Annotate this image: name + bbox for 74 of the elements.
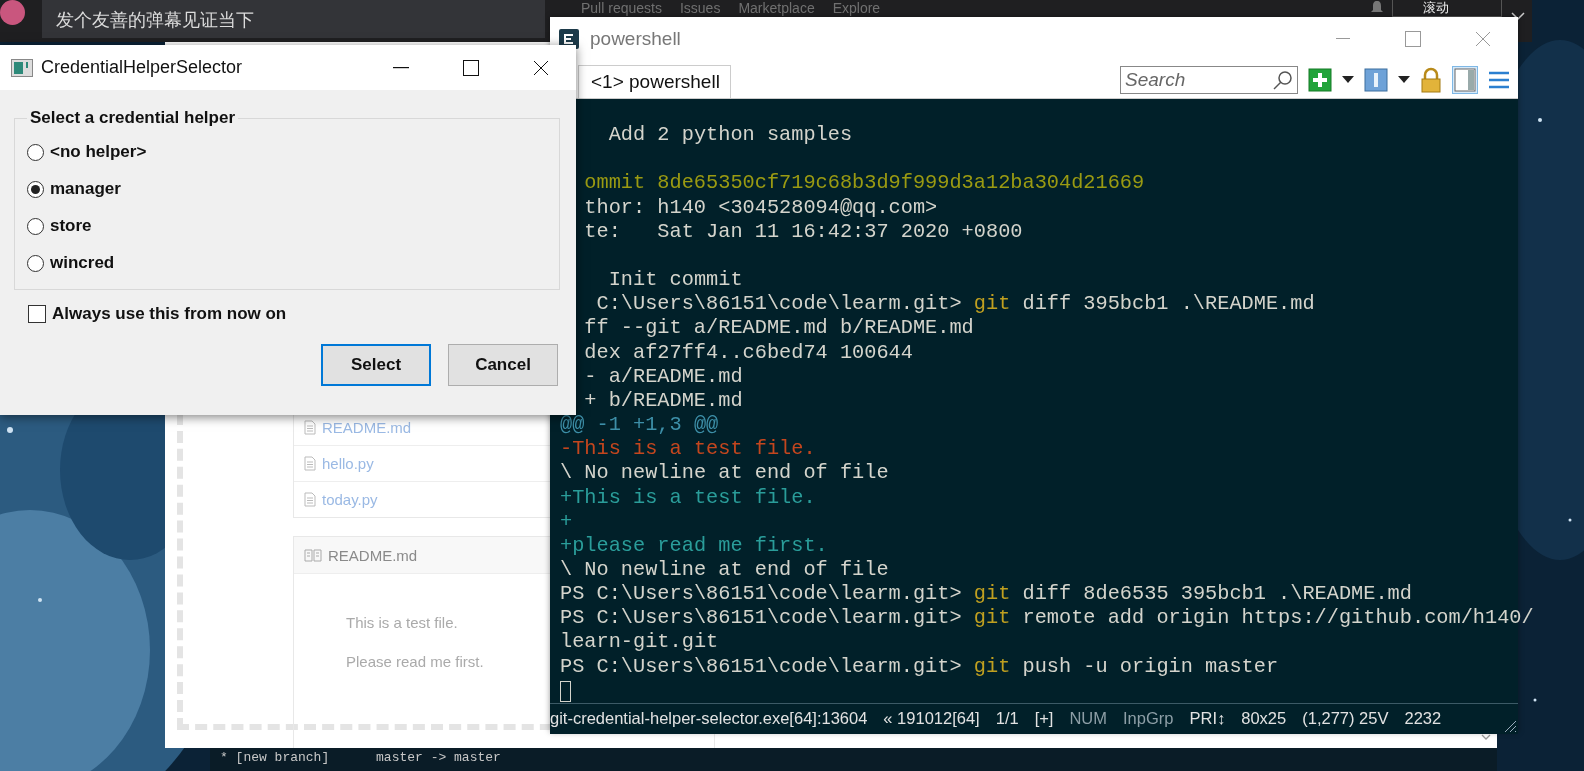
radio-option[interactable]: wincred <box>27 253 115 273</box>
caret-icon[interactable] <box>1398 75 1410 84</box>
status-item: (1,277) 25V <box>1302 709 1389 729</box>
file-icon <box>304 492 316 507</box>
maximize-icon <box>463 59 479 76</box>
terminal-line: learn-git.git <box>560 630 719 655</box>
terminal-line: thor: h140 <304528094@qq.com> <box>583 195 938 220</box>
console-tab[interactable]: <1> powershell <box>578 65 731 98</box>
danmaku-input[interactable]: 发个友善的弹幕见证当下 <box>42 0 545 38</box>
avatar-icon <box>0 0 25 25</box>
status-item: 2232 <box>1404 709 1442 729</box>
add-console-button[interactable] <box>1306 65 1334 94</box>
status-item: 1/1 <box>995 709 1019 729</box>
terminal-line: PS C:\Users\86151\code\learm.git> git diff 8de6535 395bcb1 .\README.md <box>560 582 1412 607</box>
terminal-line: + b/README.md <box>583 388 743 414</box>
close-icon <box>1475 31 1491 47</box>
radio-button[interactable] <box>27 217 44 235</box>
text-cursor <box>560 680 571 702</box>
maximize-icon <box>1405 31 1421 47</box>
close-icon <box>533 59 549 76</box>
file-icon <box>304 456 316 471</box>
radio-option[interactable]: manager <box>27 179 121 199</box>
search-field[interactable]: Search <box>1120 65 1298 94</box>
status-item: PRI↕ <box>1189 709 1226 729</box>
console-list-button[interactable] <box>1362 65 1390 94</box>
terminal-line: Init commit <box>607 268 743 293</box>
checkbox[interactable] <box>28 305 46 323</box>
readme-text: This is a test file. <box>346 614 458 631</box>
group-label: Select a credential helper <box>29 108 237 128</box>
terminal-line: ff --git a/README.md b/README.md <box>583 316 974 341</box>
terminal-line: \ No newline at end of file <box>560 557 889 583</box>
status-item: 80x25 <box>1241 709 1287 729</box>
terminal-line: PS C:\Users\86151\code\learm.git> git remote add origin https://github.com/h140/ <box>560 606 1534 631</box>
app-icon <box>11 58 33 77</box>
terminal-line: PS C:\Users\86151\code\learm.git> git push -u origin master <box>560 654 1279 679</box>
status-item: InpGrp <box>1123 709 1174 729</box>
chevron-down-icon[interactable] <box>1510 10 1526 22</box>
bell-icon[interactable] <box>1370 0 1384 14</box>
terminal-line: dex af27ff4..c6bed74 100644 <box>583 340 913 365</box>
console-line: * [new branch] master -> master <box>220 749 502 767</box>
terminal-line: ommit 8de65350cf719c68b3d9f999d3a12ba304d21669 <box>583 171 1145 196</box>
search-icon <box>1272 68 1294 91</box>
radio-option[interactable]: <no helper> <box>27 142 147 162</box>
terminal-line: -This is a test file. <box>560 437 816 462</box>
radio-option[interactable]: store <box>27 216 92 236</box>
status-item: git-credential-helper-selector.exe[64]:13604 <box>550 709 868 729</box>
status-item: [+] <box>1034 709 1054 729</box>
minimize-icon <box>393 66 409 69</box>
status-item: « 191012[64] <box>883 709 980 729</box>
panel-view-button[interactable] <box>1452 65 1478 94</box>
dialog-button[interactable]: Cancel <box>448 344 558 386</box>
readme-text: Please read me first. <box>346 653 484 670</box>
radio-button[interactable] <box>27 254 44 272</box>
file-icon <box>304 420 316 435</box>
dialog-button[interactable]: Select <box>321 344 431 386</box>
window-title: powershell <box>590 28 681 50</box>
radio-button[interactable] <box>27 143 44 161</box>
terminal-line: @@ -1 +1,3 @@ <box>560 413 719 438</box>
minimize-icon <box>1336 38 1350 40</box>
checkbox-option[interactable]: Always use this from now on <box>28 304 287 324</box>
terminal-line: \ No newline at end of file <box>560 461 889 486</box>
readme-title: README.md <box>328 546 418 564</box>
caret-icon[interactable] <box>1342 75 1354 84</box>
terminal-line: +please read me first. <box>560 533 828 558</box>
terminal-line: Add 2 python samples <box>607 123 853 148</box>
radio-button[interactable] <box>27 180 44 198</box>
book-icon <box>304 548 322 562</box>
terminal-line: +This is a test file. <box>560 485 816 510</box>
status-item: NUM <box>1069 709 1108 729</box>
terminal-line: + <box>560 509 573 534</box>
terminal-line: - a/README.md <box>583 364 743 389</box>
window-title: CredentialHelperSelector <box>41 57 243 78</box>
terminal-line: C:\Users\86151\code\learm.git> git diff 395bcb1 .\README.md <box>595 292 1315 317</box>
terminal-line: te: Sat Jan 11 16:42:37 2020 +0800 <box>583 219 1023 244</box>
